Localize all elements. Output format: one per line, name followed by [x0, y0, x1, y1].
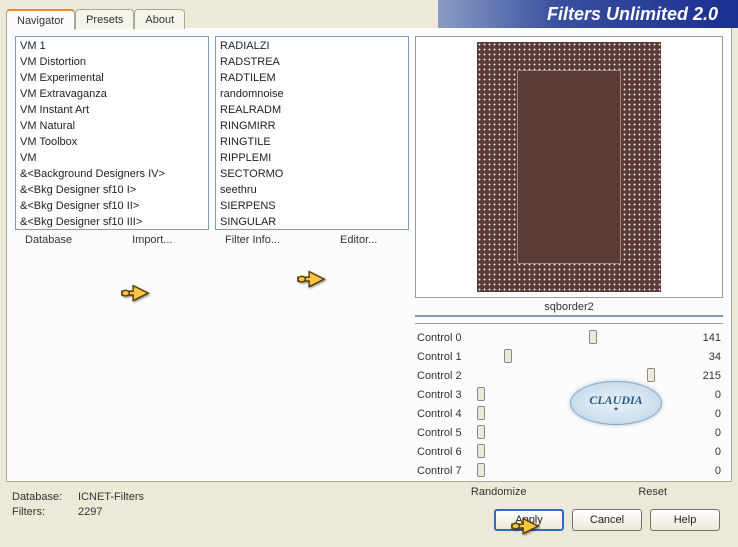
dialog-buttons: Apply Cancel Help: [494, 509, 720, 531]
right-button-row: Randomize Reset: [415, 480, 723, 500]
control-value: 0: [689, 465, 723, 477]
database-button[interactable]: Database: [25, 234, 72, 246]
tab-about[interactable]: About: [134, 9, 185, 29]
cancel-button[interactable]: Cancel: [572, 509, 642, 531]
filter-item[interactable]: RINGTILE: [216, 134, 408, 150]
category-item[interactable]: VM: [16, 150, 208, 166]
control-slider[interactable]: [481, 355, 683, 359]
category-list[interactable]: VM 1VM DistortionVM ExperimentalVM Extra…: [15, 36, 209, 230]
control-slider[interactable]: [481, 412, 683, 416]
tab-strip: NavigatorPresetsAbout: [0, 0, 185, 28]
control-row: Control 5 0: [415, 423, 723, 442]
control-label: Control 4: [415, 408, 475, 420]
control-slider[interactable]: [481, 450, 683, 454]
control-row: Control 2 215: [415, 366, 723, 385]
category-footer: Database Import...: [15, 230, 209, 246]
category-item[interactable]: VM Instant Art: [16, 102, 208, 118]
control-label: Control 3: [415, 389, 475, 401]
randomize-button[interactable]: Randomize: [465, 484, 533, 500]
control-slider[interactable]: [481, 393, 683, 397]
apply-button[interactable]: Apply: [494, 509, 564, 531]
category-item[interactable]: &<Bkg Designer sf10 III>: [16, 214, 208, 230]
controls-panel: Control 0141Control 134Control 2215Contr…: [415, 323, 723, 480]
control-value: 0: [689, 389, 723, 401]
control-slider[interactable]: [481, 431, 683, 435]
control-slider[interactable]: [481, 469, 683, 473]
control-slider[interactable]: [481, 336, 683, 340]
preview-image: [477, 42, 661, 292]
control-value: 0: [689, 408, 723, 420]
editor-button[interactable]: Editor...: [340, 234, 377, 246]
control-row: Control 6 0: [415, 442, 723, 461]
filter-info-button[interactable]: Filter Info...: [225, 234, 280, 246]
control-value: 215: [689, 370, 723, 382]
help-button[interactable]: Help: [650, 509, 720, 531]
filter-item[interactable]: SECTORMO: [216, 166, 408, 182]
control-row: Control 4 0: [415, 404, 723, 423]
status-db-value: ICNET-Filters: [78, 490, 144, 505]
control-label: Control 5: [415, 427, 475, 439]
control-label: Control 1: [415, 351, 475, 363]
category-item[interactable]: &<Bkg Designer sf10 I>: [16, 182, 208, 198]
preview-label: sqborder2: [415, 301, 723, 313]
app-title: Filters Unlimited 2.0: [438, 0, 738, 28]
filter-item[interactable]: REALRADM: [216, 102, 408, 118]
tab-navigator[interactable]: Navigator: [6, 9, 75, 30]
filter-list[interactable]: RADIALZIRADSTREARADTILEMrandomnoiseREALR…: [215, 36, 409, 230]
control-value: 0: [689, 427, 723, 439]
control-row: Control 1 34: [415, 347, 723, 366]
category-item[interactable]: VM Extravaganza: [16, 86, 208, 102]
progress-bar: [415, 315, 723, 317]
filter-item[interactable]: RINGMIRR: [216, 118, 408, 134]
control-row: Control 3 0: [415, 385, 723, 404]
filter-item[interactable]: RIPPLEMI: [216, 150, 408, 166]
control-value: 0: [689, 446, 723, 458]
control-value: 34: [689, 351, 723, 363]
control-label: Control 7: [415, 465, 475, 477]
tab-presets[interactable]: Presets: [75, 9, 134, 29]
status-filters-label: Filters:: [12, 505, 72, 520]
category-item[interactable]: VM Experimental: [16, 70, 208, 86]
filter-item[interactable]: randomnoise: [216, 86, 408, 102]
control-label: Control 6: [415, 446, 475, 458]
category-item[interactable]: &<Background Designers IV>: [16, 166, 208, 182]
category-item[interactable]: VM Natural: [16, 118, 208, 134]
filter-item[interactable]: RADSTREA: [216, 54, 408, 70]
main-panel: VM 1VM DistortionVM ExperimentalVM Extra…: [6, 28, 732, 482]
status-db-label: Database:: [12, 490, 72, 505]
reset-button[interactable]: Reset: [632, 484, 673, 500]
filter-footer: Filter Info... Editor...: [215, 230, 409, 246]
category-item[interactable]: VM Distortion: [16, 54, 208, 70]
category-item[interactable]: VM Toolbox: [16, 134, 208, 150]
status-filters-value: 2297: [78, 505, 102, 520]
control-slider[interactable]: [481, 374, 683, 378]
control-row: Control 7 0: [415, 461, 723, 480]
header: NavigatorPresetsAbout Filters Unlimited …: [0, 0, 738, 28]
category-item[interactable]: VM 1: [16, 38, 208, 54]
right-panel: sqborder2 Control 0141Control 134Control…: [415, 36, 723, 473]
filter-item[interactable]: seethru: [216, 182, 408, 198]
import-button[interactable]: Import...: [132, 234, 172, 246]
preview-box: [415, 36, 723, 298]
control-row: Control 0 141: [415, 328, 723, 347]
control-label: Control 0: [415, 332, 475, 344]
filter-item[interactable]: SIERPENS: [216, 198, 408, 214]
control-label: Control 2: [415, 370, 475, 382]
control-value: 141: [689, 332, 723, 344]
filter-item[interactable]: RADIALZI: [216, 38, 408, 54]
filter-item[interactable]: RADTILEM: [216, 70, 408, 86]
filter-item[interactable]: SINGULAR: [216, 214, 408, 230]
category-item[interactable]: &<Bkg Designer sf10 II>: [16, 198, 208, 214]
